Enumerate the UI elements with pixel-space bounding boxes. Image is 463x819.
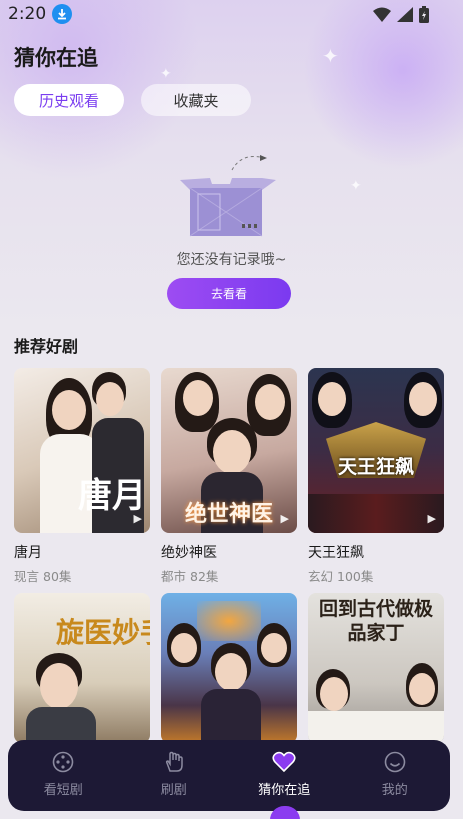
signal-icon [397, 7, 413, 22]
play-icon: ▶ [133, 512, 142, 525]
tab-watch-shorts[interactable]: 看短剧 [8, 740, 119, 811]
wifi-icon [373, 7, 391, 22]
sparkle-icon: ✦ [322, 44, 339, 68]
hand-icon [165, 751, 183, 772]
poster-image: 天王狂飙 ▶ [308, 368, 444, 533]
battery-icon [419, 6, 429, 23]
sparkle-icon: ✦ [350, 178, 362, 194]
smile-icon [384, 751, 406, 773]
tab-swipe[interactable]: 刷剧 [119, 740, 230, 811]
download-badge-icon [52, 4, 72, 24]
card-title: 唐月 [14, 545, 42, 561]
tab-label: 看短剧 [43, 783, 83, 798]
card-title: 绝妙神医 [161, 545, 217, 561]
tab-favorites[interactable]: 收藏夹 [141, 84, 251, 116]
play-icon: ▶ [280, 512, 289, 525]
tab-history[interactable]: 历史观看 [14, 84, 124, 116]
tab-label: 刷剧 [160, 783, 187, 798]
film-reel-icon [52, 751, 74, 773]
tab-following[interactable]: 猜你在追 [229, 740, 340, 811]
browse-button[interactable]: 去看看 [167, 278, 291, 309]
bottom-tab-bar: 看短剧 刷剧 猜你在追 我的 [8, 740, 450, 811]
empty-box-icon [180, 155, 276, 237]
status-time: 2:20 [8, 4, 47, 24]
card-meta: 都市 82集 [161, 569, 219, 584]
poster-image: 回到古代做极品家丁 [308, 593, 444, 743]
drama-card[interactable] [161, 593, 297, 743]
page-title: 猜你在追 [14, 46, 98, 70]
poster-title: 回到古代做极品家丁 [318, 598, 433, 644]
tab-profile[interactable]: 我的 [340, 740, 451, 811]
status-bar: 2:20 [0, 0, 463, 30]
card-meta: 现言 80集 [14, 569, 72, 584]
drama-card[interactable]: 唐月 ▶ 唐月 现言 80集 [14, 368, 150, 585]
poster-title: 绝世神医 [184, 501, 273, 527]
heart-icon [272, 751, 296, 773]
empty-message: 您还没有记录哦~ [176, 252, 287, 268]
card-meta: 玄幻 100集 [308, 569, 374, 584]
poster-image [161, 593, 297, 743]
poster-image: 唐月 ▶ [14, 368, 150, 533]
card-title: 天王狂飙 [308, 545, 364, 561]
poster-title: 旋医妙手 [55, 616, 150, 649]
poster-title: 唐月 [78, 476, 146, 516]
play-icon: ▶ [427, 512, 436, 525]
poster-title: 天王狂飙 [337, 456, 414, 478]
tab-label: 我的 [381, 783, 408, 798]
poster-image: 旋医妙手 [14, 593, 150, 743]
drama-card[interactable]: 旋医妙手 [14, 593, 150, 743]
drama-card[interactable]: 绝世神医 ▶ 绝妙神医 都市 82集 [161, 368, 297, 585]
tab-label: 猜你在追 [258, 783, 311, 798]
drama-card[interactable]: 天王狂飙 ▶ 天王狂飙 玄幻 100集 [308, 368, 444, 585]
poster-image: 绝世神医 ▶ [161, 368, 297, 533]
section-title-recommend: 推荐好剧 [14, 337, 79, 356]
sparkle-icon: ✦ [160, 66, 172, 82]
drama-card[interactable]: 回到古代做极品家丁 [308, 593, 444, 743]
